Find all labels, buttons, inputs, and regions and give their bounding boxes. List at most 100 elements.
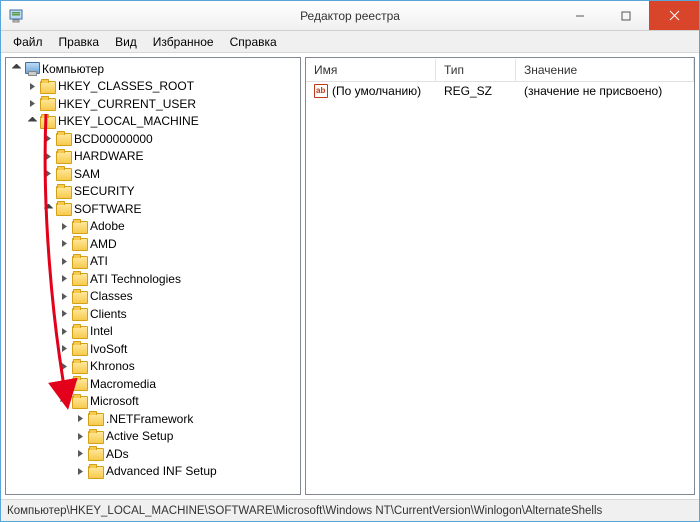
- expand-icon[interactable]: [26, 98, 38, 110]
- expand-icon[interactable]: [58, 308, 70, 320]
- expand-icon[interactable]: [74, 430, 86, 442]
- tree-label: Компьютер: [40, 62, 106, 76]
- tree-item-intel[interactable]: Intel: [10, 323, 298, 341]
- folder-icon: [72, 396, 88, 409]
- folder-icon: [40, 81, 56, 94]
- col-type[interactable]: Тип: [436, 59, 516, 81]
- folder-icon: [72, 273, 88, 286]
- expand-icon[interactable]: [58, 343, 70, 355]
- list-header: Имя Тип Значение: [306, 58, 694, 82]
- expand-icon[interactable]: [26, 80, 38, 92]
- menu-view[interactable]: Вид: [107, 32, 145, 52]
- tree-item-clients[interactable]: Clients: [10, 305, 298, 323]
- tree-label: HKEY_CLASSES_ROOT: [56, 79, 196, 93]
- expand-icon[interactable]: [58, 273, 70, 285]
- folder-icon: [56, 203, 72, 216]
- tree-item-amd[interactable]: AMD: [10, 235, 298, 253]
- tree-item-ati-tech[interactable]: ATI Technologies: [10, 270, 298, 288]
- col-value[interactable]: Значение: [516, 59, 694, 81]
- expand-icon[interactable]: [74, 448, 86, 460]
- folder-icon: [72, 378, 88, 391]
- expand-icon[interactable]: [42, 133, 54, 145]
- tree-item-sam[interactable]: SAM: [10, 165, 298, 183]
- tree-item-adv-inf[interactable]: Advanced INF Setup: [10, 463, 298, 481]
- tree-item-software[interactable]: SOFTWARE: [10, 200, 298, 218]
- tree-label: Macromedia: [88, 377, 158, 391]
- titlebar: Редактор реестра: [1, 1, 699, 31]
- tree-item-security[interactable]: SECURITY: [10, 183, 298, 201]
- tree-item-computer[interactable]: Компьютер: [10, 60, 298, 78]
- expand-icon[interactable]: [58, 220, 70, 232]
- tree-item-ivosoft[interactable]: IvoSoft: [10, 340, 298, 358]
- tree-item-netframework[interactable]: .NETFramework: [10, 410, 298, 428]
- menu-favorites[interactable]: Избранное: [145, 32, 222, 52]
- tree-label: ATI: [88, 254, 110, 268]
- tree-item-active-setup[interactable]: Active Setup: [10, 428, 298, 446]
- string-icon: [314, 84, 328, 98]
- folder-icon: [72, 238, 88, 251]
- minimize-button[interactable]: [557, 1, 603, 30]
- tree-label: IvoSoft: [88, 342, 129, 356]
- window-controls: [557, 1, 699, 30]
- tree-item-microsoft[interactable]: Microsoft: [10, 393, 298, 411]
- menu-file[interactable]: Файл: [5, 32, 51, 52]
- expand-icon[interactable]: [42, 150, 54, 162]
- folder-icon: [56, 168, 72, 181]
- tree-label: Khronos: [88, 359, 137, 373]
- tree-label: Intel: [88, 324, 115, 338]
- folder-icon: [56, 133, 72, 146]
- maximize-button[interactable]: [603, 1, 649, 30]
- tree-item-macromedia[interactable]: Macromedia: [10, 375, 298, 393]
- menu-edit[interactable]: Правка: [51, 32, 108, 52]
- status-path: Компьютер\HKEY_LOCAL_MACHINE\SOFTWARE\Mi…: [7, 505, 602, 517]
- expand-icon[interactable]: [74, 413, 86, 425]
- folder-icon: [72, 326, 88, 339]
- cell-value: (значение не присвоено): [516, 82, 694, 100]
- registry-tree: Компьютер HKEY_CLASSES_ROOT HKEY_CURRENT…: [6, 58, 300, 482]
- folder-icon: [88, 431, 104, 444]
- expand-icon[interactable]: [42, 185, 54, 197]
- tree-label: HARDWARE: [72, 149, 146, 163]
- tree-label: BCD00000000: [72, 132, 155, 146]
- tree-label: Active Setup: [104, 429, 175, 443]
- tree-item-classes[interactable]: Classes: [10, 288, 298, 306]
- values-panel[interactable]: Имя Тип Значение (По умолчанию) REG_SZ (…: [305, 57, 695, 495]
- tree-item-adobe[interactable]: Adobe: [10, 218, 298, 236]
- tree-item-ads[interactable]: ADs: [10, 445, 298, 463]
- tree-item-bcd[interactable]: BCD00000000: [10, 130, 298, 148]
- tree-item-khronos[interactable]: Khronos: [10, 358, 298, 376]
- tree-label: ATI Technologies: [88, 272, 183, 286]
- expand-icon[interactable]: [58, 325, 70, 337]
- cell-name: (По умолчанию): [306, 82, 436, 101]
- menubar: Файл Правка Вид Избранное Справка: [1, 31, 699, 53]
- collapse-icon[interactable]: [26, 115, 38, 127]
- expand-icon[interactable]: [74, 465, 86, 477]
- folder-icon: [72, 308, 88, 321]
- folder-icon: [72, 361, 88, 374]
- folder-icon: [72, 221, 88, 234]
- tree-panel[interactable]: Компьютер HKEY_CLASSES_ROOT HKEY_CURRENT…: [5, 57, 301, 495]
- expand-icon[interactable]: [42, 168, 54, 180]
- computer-icon: [24, 62, 40, 76]
- tree-item-ati[interactable]: ATI: [10, 253, 298, 271]
- tree-item-hkcr[interactable]: HKEY_CLASSES_ROOT: [10, 78, 298, 96]
- expand-icon[interactable]: [58, 378, 70, 390]
- tree-label: ADs: [104, 447, 131, 461]
- list-row[interactable]: (По умолчанию) REG_SZ (значение не присв…: [306, 82, 694, 100]
- tree-item-hkcu[interactable]: HKEY_CURRENT_USER: [10, 95, 298, 113]
- folder-icon: [56, 186, 72, 199]
- expand-icon[interactable]: [58, 360, 70, 372]
- collapse-icon[interactable]: [58, 395, 70, 407]
- close-button[interactable]: [649, 1, 699, 30]
- folder-icon: [56, 151, 72, 164]
- expand-icon[interactable]: [58, 238, 70, 250]
- collapse-icon[interactable]: [42, 203, 54, 215]
- menu-help[interactable]: Справка: [222, 32, 285, 52]
- tree-item-hklm[interactable]: HKEY_LOCAL_MACHINE: [10, 113, 298, 131]
- expand-icon[interactable]: [58, 290, 70, 302]
- col-name[interactable]: Имя: [306, 59, 436, 81]
- collapse-icon[interactable]: [10, 63, 22, 75]
- tree-item-hardware[interactable]: HARDWARE: [10, 148, 298, 166]
- tree-label: SAM: [72, 167, 102, 181]
- expand-icon[interactable]: [58, 255, 70, 267]
